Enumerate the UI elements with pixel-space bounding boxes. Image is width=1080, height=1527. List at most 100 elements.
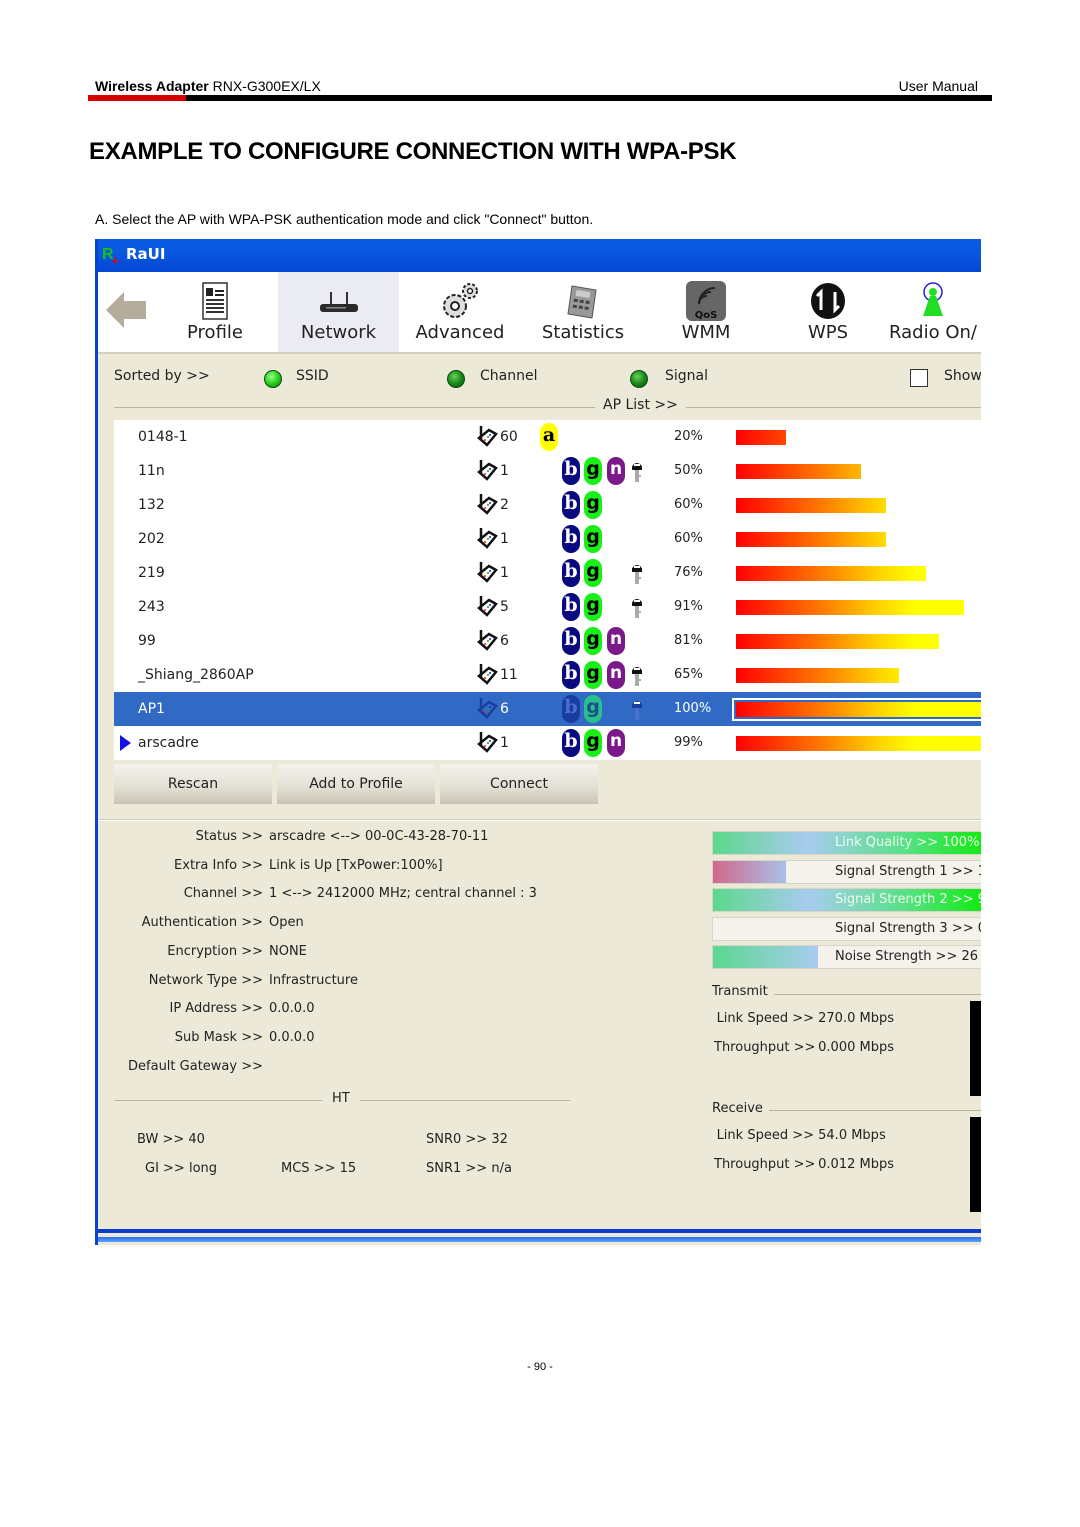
- wireless-mode-b-icon: b: [562, 491, 580, 519]
- status-row: Default Gateway >>: [98, 1059, 578, 1079]
- ap-ssid: arscadre: [138, 735, 199, 751]
- toolbar-wmm[interactable]: QoS WMM: [646, 272, 766, 352]
- status-value: 0.0.0.0: [269, 1001, 315, 1017]
- svg-text:QoS: QoS: [695, 310, 718, 321]
- sort-signal-label[interactable]: Signal: [665, 368, 708, 384]
- status-key: Sub Mask >>: [174, 1029, 263, 1045]
- ap-signal-bar: [736, 634, 939, 649]
- ap-list-row[interactable]: 132 2 b g 60%: [114, 488, 981, 522]
- ap-list-row[interactable]: 202 1 b g 60%: [114, 522, 981, 556]
- status-value: 0.0.0.0: [269, 1029, 315, 1045]
- section-title: EXAMPLE TO CONFIGURE CONNECTION WITH WPA…: [89, 138, 737, 165]
- status-value: Link is Up [TxPower:100%]: [269, 857, 443, 873]
- sort-channel-label[interactable]: Channel: [480, 368, 537, 384]
- add-to-profile-button[interactable]: Add to Profile: [277, 764, 435, 804]
- signal-meter: Link Quality >> 100%: [712, 831, 981, 855]
- sort-ssid-label[interactable]: SSID: [296, 368, 329, 384]
- lock-key-icon: [632, 463, 642, 482]
- wireless-mode-b-icon: b: [562, 457, 580, 485]
- toolbar-network[interactable]: Network: [278, 272, 399, 352]
- status-row: Status >> arscadre <--> 00-0C-43-28-70-11: [98, 829, 578, 849]
- toolbar-statistics[interactable]: Statistics: [523, 272, 643, 352]
- sort-signal-radio[interactable]: [630, 370, 648, 388]
- ap-ssid: 243: [138, 599, 165, 615]
- transmit-label: Transmit: [712, 984, 774, 999]
- radio-antenna-icon: [923, 282, 943, 316]
- toolbar-advanced[interactable]: Advanced: [400, 272, 520, 352]
- toolbar-radio[interactable]: Radio On/: [878, 272, 981, 352]
- sort-ssid-radio[interactable]: [264, 370, 282, 388]
- wps-icon: [809, 281, 847, 321]
- ht-separator-right: [360, 1100, 570, 1101]
- ap-list-row[interactable]: 99 6 b g n 81%: [114, 624, 981, 658]
- toolbar-statistics-label: Statistics: [541, 322, 625, 343]
- status-key: Extra Info >>: [174, 857, 263, 873]
- calculator-icon: [567, 285, 597, 319]
- status-key: Status >>: [195, 829, 263, 844]
- header-model: RNX-G300EX/LX: [212, 78, 321, 94]
- wireless-mode-b-icon: b: [562, 525, 580, 553]
- lock-key-icon: [632, 701, 642, 720]
- toolbar-profile[interactable]: Profile: [156, 272, 274, 352]
- ht-bw: BW >> 40: [137, 1132, 205, 1147]
- antenna-icon: [477, 460, 498, 481]
- ap-ssid: 132: [138, 497, 165, 513]
- toolbar-wps-label: WPS: [807, 322, 849, 343]
- header-rule: [88, 95, 992, 101]
- show-label: Show: [944, 368, 981, 384]
- header-product: Wireless Adapter RNX-G300EX/LX: [95, 78, 321, 94]
- status-value: Open: [269, 915, 304, 931]
- wireless-mode-g-icon: g: [584, 457, 602, 485]
- meter-label: Signal Strength 1 >> 1: [835, 863, 981, 879]
- toolbar-wmm-label: WMM: [681, 322, 731, 343]
- ht-mcs: MCS >> 15: [281, 1161, 357, 1176]
- status-key: Channel >>: [183, 886, 263, 902]
- wireless-mode-b-icon: b: [562, 627, 580, 655]
- ap-channel: 1: [500, 531, 509, 547]
- sort-bar: Sorted by >> SSID Channel Signal Show: [98, 356, 981, 396]
- ap-ssid: 0148-1: [138, 429, 188, 445]
- wireless-mode-g-icon: g: [584, 525, 602, 553]
- pane-separator[interactable]: [98, 819, 981, 821]
- ap-signal-bar: [736, 566, 926, 581]
- toolbar: Profile Network Advanced Statistics QoS …: [98, 272, 981, 354]
- ap-list-row[interactable]: 11n 1 b g n 50%: [114, 454, 981, 488]
- toolbar-profile-label: Profile: [187, 322, 243, 343]
- ap-list-row[interactable]: AP1 6 b g 100%: [114, 692, 981, 726]
- ap-list-row[interactable]: 243 5 b g 91%: [114, 590, 981, 624]
- status-key: IP Address >>: [169, 1001, 264, 1017]
- ap-list-row[interactable]: 219 1 b g 76%: [114, 556, 981, 590]
- ap-signal-percent: 100%: [674, 701, 712, 716]
- wireless-mode-g-icon: g: [584, 627, 602, 655]
- status-row: IP Address >> 0.0.0.0: [98, 1001, 578, 1021]
- status-row: Channel >> 1 <--> 2412000 MHz; central ch…: [98, 886, 578, 906]
- ap-channel: 6: [500, 633, 509, 649]
- sort-channel-radio[interactable]: [447, 370, 465, 388]
- qos-icon: QoS: [686, 281, 726, 321]
- receive-graph: [970, 1117, 981, 1212]
- connect-button[interactable]: Connect: [440, 764, 598, 804]
- lock-key-icon: [632, 565, 642, 584]
- receive-throughput: Throughput >> 0.012 Mbps: [714, 1157, 894, 1172]
- receive-link-speed-key: Link Speed >>: [716, 1128, 814, 1143]
- status-key: Network Type >>: [148, 972, 263, 988]
- back-arrow-icon[interactable]: [104, 288, 148, 332]
- receive-separator: [743, 1110, 981, 1111]
- title-bar[interactable]: R + RaUI: [98, 239, 981, 272]
- sorted-by-label: Sorted by >>: [114, 368, 210, 384]
- status-value: Infrastructure: [269, 972, 358, 988]
- status-value: NONE: [269, 943, 307, 959]
- ht-snr0: SNR0 >> 32: [426, 1132, 508, 1147]
- antenna-icon: [477, 698, 498, 719]
- ap-list-row[interactable]: arscadre 1 b g n 99%: [114, 726, 981, 760]
- ap-list[interactable]: 0148-1 60 a 20% 11n 1 b g n 50% 132 2 b g 60% 202 1 b g 60%…: [114, 420, 981, 760]
- toolbar-radio-label: Radio On/: [889, 322, 977, 343]
- show-checkbox[interactable]: [910, 369, 928, 387]
- status-value: 1 <--> 2412000 MHz; central channel : 3: [269, 886, 537, 902]
- ap-list-row[interactable]: _Shiang_2860AP 11 b g n 65%: [114, 658, 981, 692]
- ap-list-row[interactable]: 0148-1 60 a 20%: [114, 420, 981, 454]
- toolbar-wps[interactable]: WPS: [768, 272, 888, 352]
- meter-label: Signal Strength 3 >> 0: [835, 920, 981, 936]
- rescan-button[interactable]: Rescan: [114, 764, 272, 804]
- ap-signal-bar: [736, 702, 981, 717]
